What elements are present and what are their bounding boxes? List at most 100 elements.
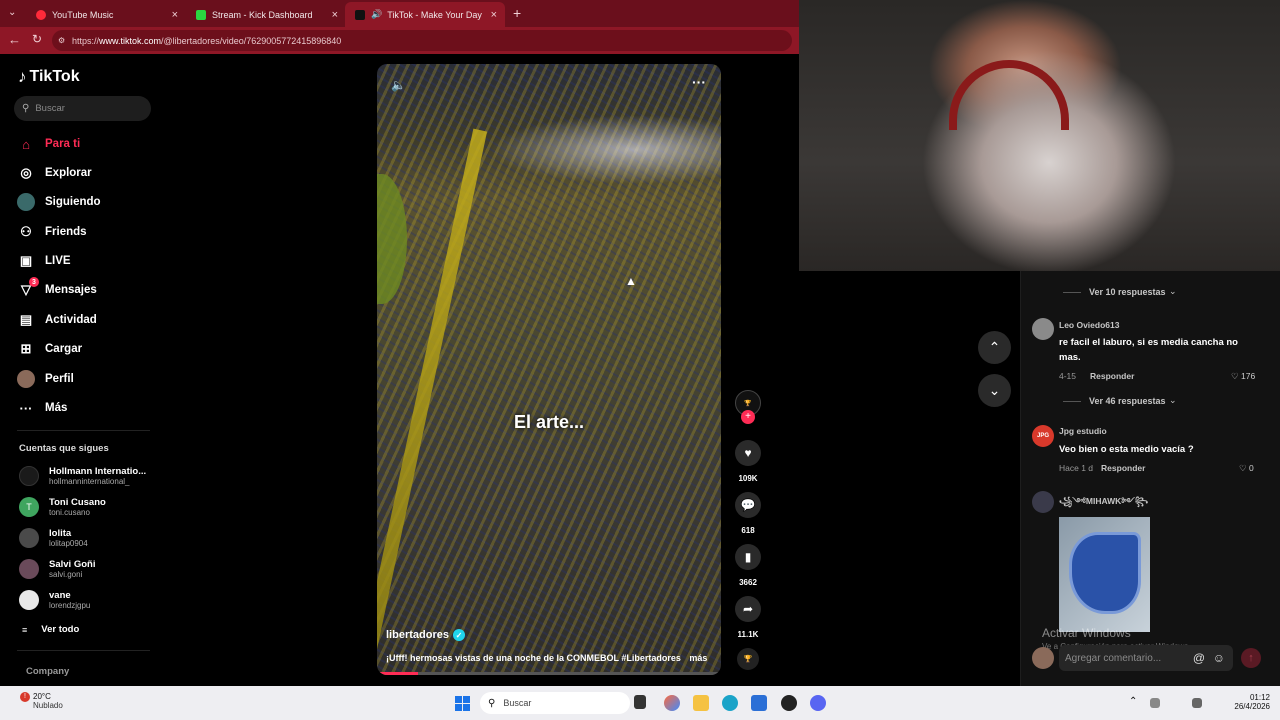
- taskbar-search[interactable]: ⚲ Buscar: [480, 692, 630, 714]
- following-item[interactable]: vane lorendzjgpu: [19, 590, 90, 610]
- company-link[interactable]: Company: [26, 666, 69, 677]
- reply-button[interactable]: Responder: [1101, 463, 1145, 473]
- avatar[interactable]: [1032, 491, 1054, 513]
- sidebar-divider: [17, 650, 150, 651]
- progress-bar[interactable]: [377, 672, 721, 675]
- volume-icon[interactable]: [1192, 698, 1202, 708]
- nav-para-ti[interactable]: ⌂ Para ti: [17, 134, 80, 154]
- tab-list-icon[interactable]: ⌄: [8, 7, 16, 18]
- sound-disc[interactable]: 🏆: [735, 648, 761, 670]
- nav-live[interactable]: ▣ LIVE: [17, 251, 71, 271]
- see-all-link[interactable]: ≡ Ver todo: [22, 624, 79, 635]
- video-player[interactable]: 🔈 ··· El arte... ▲ libertadores ✓ ¡Ufff!…: [377, 64, 721, 675]
- mute-icon[interactable]: 🔈: [391, 78, 406, 92]
- comment-icon: 💬: [735, 492, 761, 518]
- post-comment-button[interactable]: ↑: [1241, 648, 1261, 668]
- nav-label: Para ti: [45, 138, 81, 150]
- view-replies-button[interactable]: Ver 46 respuestas: [1063, 396, 1166, 406]
- following-name: Toni Cusano: [49, 497, 106, 508]
- messages-badge: 3: [29, 277, 39, 287]
- tab-kick-dashboard[interactable]: Stream - Kick Dashboard ×: [186, 2, 346, 27]
- like-button[interactable]: ♥ 109K: [735, 440, 761, 483]
- nav-perfil[interactable]: Perfil: [17, 369, 74, 389]
- video-author[interactable]: libertadores ✓: [386, 629, 465, 641]
- new-tab-icon[interactable]: +: [513, 5, 521, 21]
- comment-likes[interactable]: ♡ 176: [1231, 371, 1255, 382]
- site-info-icon[interactable]: ⚙: [58, 36, 65, 45]
- music-disc-icon: 🏆: [737, 648, 759, 670]
- avatar[interactable]: JPG: [1032, 425, 1054, 447]
- next-video-button[interactable]: ⌄: [978, 374, 1011, 407]
- mention-icon[interactable]: @: [1193, 651, 1205, 665]
- caption-more[interactable]: más: [689, 653, 707, 663]
- following-item[interactable]: Salvi Goñi salvi.goni: [19, 559, 95, 579]
- share-button[interactable]: ➦ 11.1K: [735, 596, 761, 639]
- reload-icon[interactable]: ↻: [32, 32, 42, 46]
- tiktok-logo[interactable]: ♪ TikTok: [18, 67, 80, 87]
- save-button[interactable]: ▮ 3662: [735, 544, 761, 587]
- more-options-icon[interactable]: ···: [692, 74, 706, 90]
- list-icon: ≡: [22, 624, 28, 635]
- url-host: www.tiktok.com: [99, 35, 162, 46]
- edge-icon[interactable]: [722, 695, 738, 711]
- discord-icon[interactable]: [810, 695, 826, 711]
- nav-siguiendo[interactable]: Siguiendo: [17, 192, 101, 212]
- emoji-icon[interactable]: ☺: [1213, 651, 1225, 665]
- close-icon[interactable]: ×: [332, 9, 338, 21]
- network-icon[interactable]: [1150, 698, 1160, 708]
- comment-input-placeholder: Agregar comentario...: [1065, 652, 1162, 664]
- browser-chrome: ⌄ YouTube Music × Stream - Kick Dashboar…: [0, 0, 799, 54]
- reply-button[interactable]: Responder: [1090, 371, 1134, 381]
- comment-image[interactable]: [1059, 517, 1150, 632]
- progress-fill: [377, 672, 419, 675]
- windows-start-icon[interactable]: [455, 696, 470, 711]
- nav-cargar[interactable]: ⊞ Cargar: [17, 339, 83, 359]
- app-icon[interactable]: [781, 695, 797, 711]
- comment-input[interactable]: Agregar comentario... @ ☺: [1059, 645, 1233, 671]
- comment-author[interactable]: Jpg estudio: [1059, 426, 1107, 436]
- copilot-icon[interactable]: [664, 695, 680, 711]
- search-input[interactable]: ⚲ Buscar: [14, 96, 151, 121]
- previous-video-button[interactable]: ⌃: [978, 331, 1011, 364]
- tab-tiktok[interactable]: 🔊 TikTok - Make Your Day ×: [345, 2, 505, 27]
- task-view-icon[interactable]: [634, 695, 646, 709]
- comment-button[interactable]: 💬 618: [735, 492, 761, 535]
- like-count: 176: [1241, 371, 1256, 381]
- following-item[interactable]: T Toni Cusano toni.cusano: [19, 497, 106, 517]
- upload-icon: ⊞: [20, 341, 32, 356]
- comment-likes[interactable]: ♡ 0: [1239, 463, 1254, 474]
- close-icon[interactable]: ×: [172, 9, 178, 21]
- tab-youtube-music[interactable]: YouTube Music ×: [26, 2, 186, 27]
- avatar[interactable]: [1032, 318, 1054, 340]
- following-icon: [17, 193, 35, 211]
- url-input[interactable]: ⚙ https://www.tiktok.com/@libertadores/v…: [52, 30, 792, 51]
- speaker-icon[interactable]: 🔊: [371, 9, 382, 20]
- nav-mensajes[interactable]: ▽ 3 Mensajes: [17, 277, 97, 300]
- view-replies-button[interactable]: Ver 10 respuestas: [1063, 287, 1166, 297]
- file-explorer-icon[interactable]: [693, 695, 709, 711]
- nav-explorar[interactable]: ◎ Explorar: [17, 163, 91, 183]
- store-icon[interactable]: [751, 695, 767, 711]
- nav-friends[interactable]: ⚇ Friends: [17, 222, 86, 242]
- following-item[interactable]: Hollmann Internatio... hollmanninternatio…: [19, 466, 146, 486]
- cursor-icon: ▲: [625, 274, 637, 288]
- bookmark-icon: ▮: [735, 544, 761, 570]
- following-name: Hollmann Internatio...: [49, 466, 147, 477]
- nav-actividad[interactable]: ▤ Actividad: [17, 310, 97, 330]
- chevron-up-icon[interactable]: ⌃: [1129, 696, 1137, 707]
- following-item[interactable]: lolita lolitap0904: [19, 528, 88, 548]
- video-overlay-text: El arte...: [513, 412, 585, 432]
- author-name: libertadores: [386, 629, 449, 641]
- close-icon[interactable]: ×: [491, 9, 497, 21]
- comment-author[interactable]: Leo Oviedo613: [1059, 320, 1119, 330]
- avatar: [19, 590, 39, 610]
- clock[interactable]: 01:12 26/4/2026: [1226, 693, 1270, 711]
- back-icon[interactable]: ←: [8, 32, 21, 47]
- comment-author[interactable]: ꧁༺MIHAWK༻꧂: [1059, 493, 1148, 516]
- follow-plus-icon[interactable]: +: [741, 410, 755, 424]
- weather-widget[interactable]: ! 20°C Nublado: [20, 692, 63, 710]
- author-avatar[interactable]: 🏆 +: [735, 390, 761, 424]
- start-tile: [455, 696, 462, 703]
- following-handle: salvi.goni: [49, 570, 83, 579]
- nav-mas[interactable]: ··· Más: [17, 398, 68, 418]
